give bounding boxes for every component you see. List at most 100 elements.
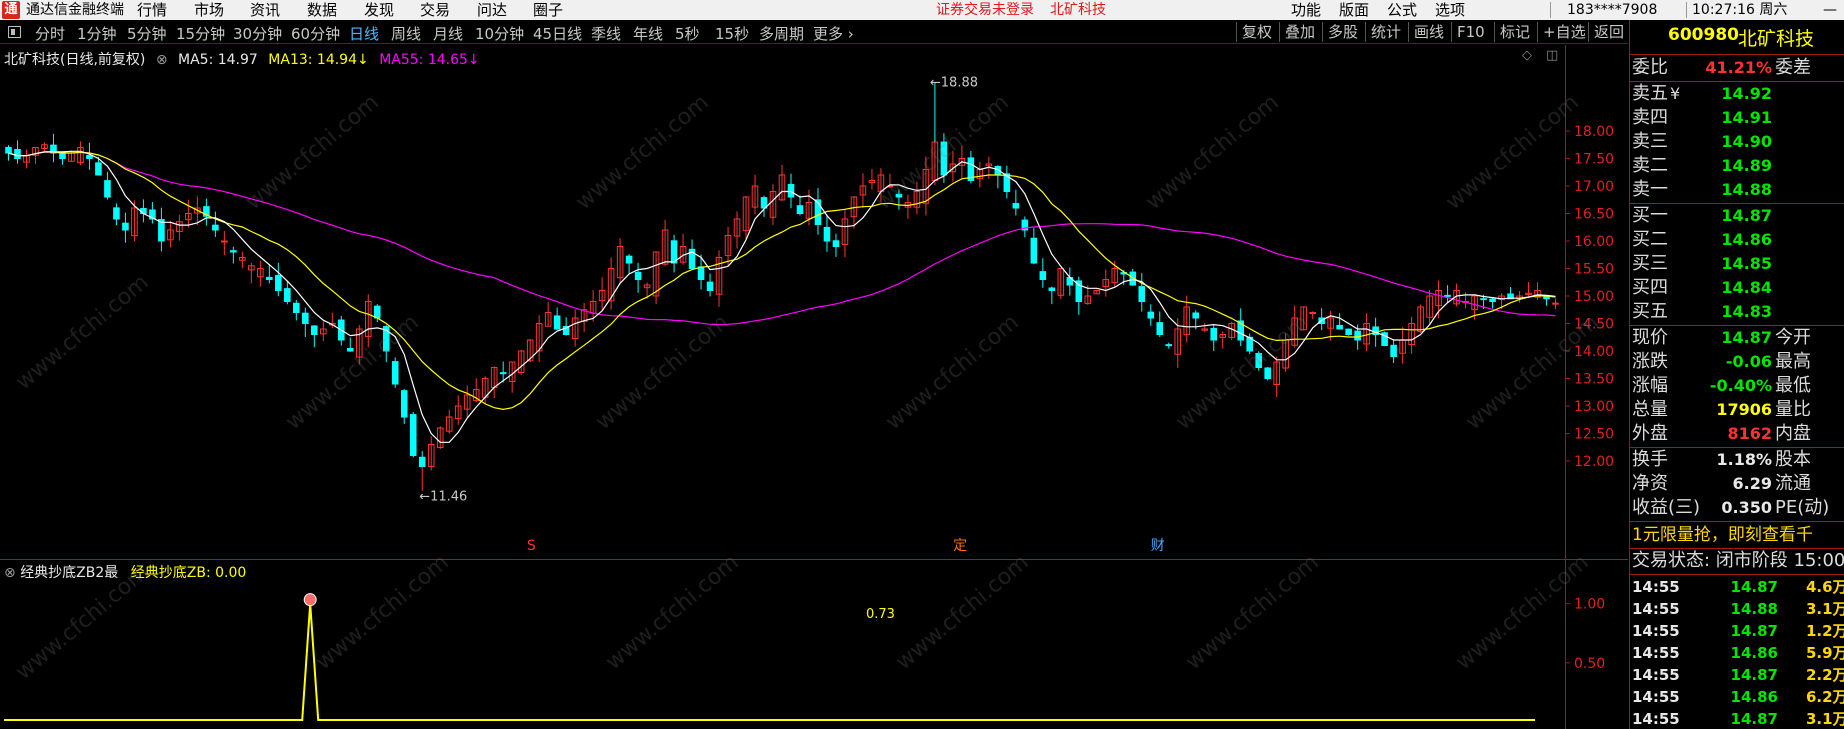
menu-item-banmian[interactable]: 版面 <box>1339 0 1369 20</box>
indicator-canvas[interactable]: 1.00 0.50 0.73 <box>0 560 1628 729</box>
layout-toggle-icon[interactable] <box>8 26 21 38</box>
separator <box>1550 2 1551 18</box>
indicator-name: 经典抄底ZB2最 <box>20 565 119 581</box>
candle-body <box>823 226 831 242</box>
weicha-label: 委差 <box>1775 57 1811 78</box>
y-tick-label: 16.50 <box>1574 207 1614 223</box>
period-tab[interactable]: 年线 <box>633 23 663 44</box>
period-tab[interactable]: 15秒 <box>715 23 749 44</box>
candle-body <box>940 141 948 176</box>
statistics-button[interactable]: 统计 <box>1365 22 1406 42</box>
indicator-chart[interactable]: 1.00 0.50 0.73 ⊗ 经典抄底ZB2最 经典抄底ZB: 0.00 <box>0 560 1628 729</box>
period-tab[interactable]: 45日线 <box>533 23 582 44</box>
candle-body <box>400 390 408 418</box>
candle-body <box>670 240 678 264</box>
promo-text[interactable]: 1元限量抢，即刻查看千 <box>1632 523 1813 547</box>
candle-body <box>787 183 795 198</box>
tick-price: 14.86 <box>1730 644 1778 662</box>
candle-body <box>1309 312 1316 314</box>
trade-status-row: 交易状态: 闭市阶段 15:00 <box>1630 549 1844 573</box>
period-tab[interactable]: 30分钟 <box>233 23 282 44</box>
menu-item-gongshi[interactable]: 公式 <box>1387 0 1417 20</box>
weibi-value: 41.21% <box>1705 58 1772 77</box>
minimize-icon[interactable]: — <box>1820 0 1840 20</box>
draw-line-button[interactable]: 画线 <box>1408 22 1449 42</box>
candle-body <box>275 274 282 292</box>
ask-row[interactable]: 卖一 14.88 <box>1630 178 1844 202</box>
stat-value: 8162 <box>1727 424 1772 443</box>
period-tab[interactable]: 分时 <box>35 23 65 44</box>
menu-item-zixun[interactable]: 资讯 <box>250 0 280 20</box>
menu-item-faxian[interactable]: 发现 <box>364 0 394 20</box>
menu-item-jiaoyi[interactable]: 交易 <box>420 0 450 20</box>
period-tab[interactable]: 1分钟 <box>77 23 117 44</box>
candle-body <box>1552 302 1559 305</box>
ask-row[interactable]: 卖四 14.91 <box>1630 106 1844 130</box>
tick-price: 14.87 <box>1730 710 1778 728</box>
menu-item-gongneng[interactable]: 功能 <box>1291 0 1321 20</box>
menu-item-quanzi[interactable]: 圈子 <box>533 0 563 20</box>
period-tab-active[interactable]: 日线 <box>349 23 379 44</box>
period-tab[interactable]: 周线 <box>391 23 421 44</box>
bid-row[interactable]: 买二 14.86 <box>1630 228 1844 252</box>
kline-chart[interactable]: 18.00 17.50 17.00 16.50 16.00 15.50 15.00 14.50… <box>0 45 1628 559</box>
bid-row[interactable]: 买一 14.87 <box>1630 204 1844 228</box>
y-tick-label: 17.00 <box>1574 179 1614 195</box>
y-tick-label: 16.00 <box>1574 234 1614 250</box>
account-id[interactable]: 183****7908 <box>1567 0 1657 20</box>
ask-row[interactable]: 卖二 14.89 <box>1630 154 1844 178</box>
back-button[interactable]: 返回 <box>1588 22 1629 42</box>
menu-item-hangqing[interactable]: 行情 <box>137 0 167 20</box>
multi-stock-button[interactable]: 多股 <box>1322 22 1363 42</box>
weibi-row: 委比 41.21% 委差 <box>1630 56 1844 80</box>
bid-price: 14.85 <box>1721 254 1772 273</box>
indicator-toggle-icon[interactable]: ⊗ <box>4 565 16 581</box>
period-tab[interactable]: 月线 <box>433 23 463 44</box>
more-periods-button[interactable]: 更多 › <box>813 23 854 44</box>
bid-price: 14.83 <box>1721 302 1772 321</box>
period-tab[interactable]: 10分钟 <box>475 23 524 44</box>
stat-label2: 流通 <box>1775 473 1811 494</box>
chart-title: 北矿科技(日线,前复权) <box>4 52 146 68</box>
signal-dot-icon <box>303 593 317 607</box>
period-tab[interactable]: 多周期 <box>759 23 804 44</box>
trade-status: 交易状态: 闭市阶段 15:00 <box>1632 550 1844 571</box>
price-axis-border <box>1565 45 1566 729</box>
candle-body <box>293 302 300 314</box>
ask-row[interactable]: 卖五 ¥ 14.92 <box>1630 82 1844 106</box>
menu-item-wenda[interactable]: 问达 <box>477 0 507 20</box>
kline-canvas[interactable]: 18.00 17.50 17.00 16.50 16.00 15.50 15.00 14.50… <box>0 45 1628 559</box>
bid-row[interactable]: 买四 14.84 <box>1630 276 1844 300</box>
bid-row[interactable]: 买五 14.83 <box>1630 300 1844 324</box>
candle-body <box>409 414 417 456</box>
menu-item-shichang[interactable]: 市场 <box>194 0 224 20</box>
add-watchlist-button[interactable]: +自选 <box>1537 22 1591 42</box>
fuquan-button[interactable]: 复权 <box>1236 22 1277 42</box>
bid-label: 买二 <box>1632 229 1668 250</box>
period-tab[interactable]: 60分钟 <box>291 23 340 44</box>
stat-label: 净资 <box>1632 473 1668 494</box>
period-tab[interactable]: 15分钟 <box>176 23 225 44</box>
period-tab[interactable]: 5分钟 <box>127 23 167 44</box>
bid-row[interactable]: 买三 14.85 <box>1630 252 1844 276</box>
candle-body <box>895 193 903 198</box>
login-notice[interactable]: 证券交易未登录 <box>936 0 1034 20</box>
mark-button[interactable]: 标记 <box>1494 22 1535 42</box>
candle-body <box>284 288 291 302</box>
candle-body <box>221 240 228 243</box>
legend-toggle-icon[interactable]: ⊗ <box>156 52 168 68</box>
promo-banner[interactable]: 1元限量抢，即刻查看千 <box>1630 523 1844 547</box>
y-tick-label: 17.50 <box>1574 152 1614 168</box>
candle-body <box>86 154 93 159</box>
period-tab[interactable]: 5秒 <box>675 23 700 44</box>
stat-row: 净资 6.29 流通 <box>1630 472 1844 496</box>
menu-item-xuanxiang[interactable]: 选项 <box>1435 0 1465 20</box>
ask-row[interactable]: 卖三 14.90 <box>1630 130 1844 154</box>
menu-item-shuju[interactable]: 数据 <box>307 0 337 20</box>
overlay-button[interactable]: 叠加 <box>1279 22 1320 42</box>
period-tab[interactable]: 季线 <box>591 23 621 44</box>
tick-volume: 4.6万 <box>1806 578 1844 596</box>
bid-label: 买四 <box>1632 277 1668 298</box>
period-toolbar: 分时 1分钟 5分钟 15分钟 30分钟 60分钟 日线 周线 月线 10分钟 … <box>0 20 1628 44</box>
f10-button[interactable]: F10 <box>1451 22 1490 42</box>
